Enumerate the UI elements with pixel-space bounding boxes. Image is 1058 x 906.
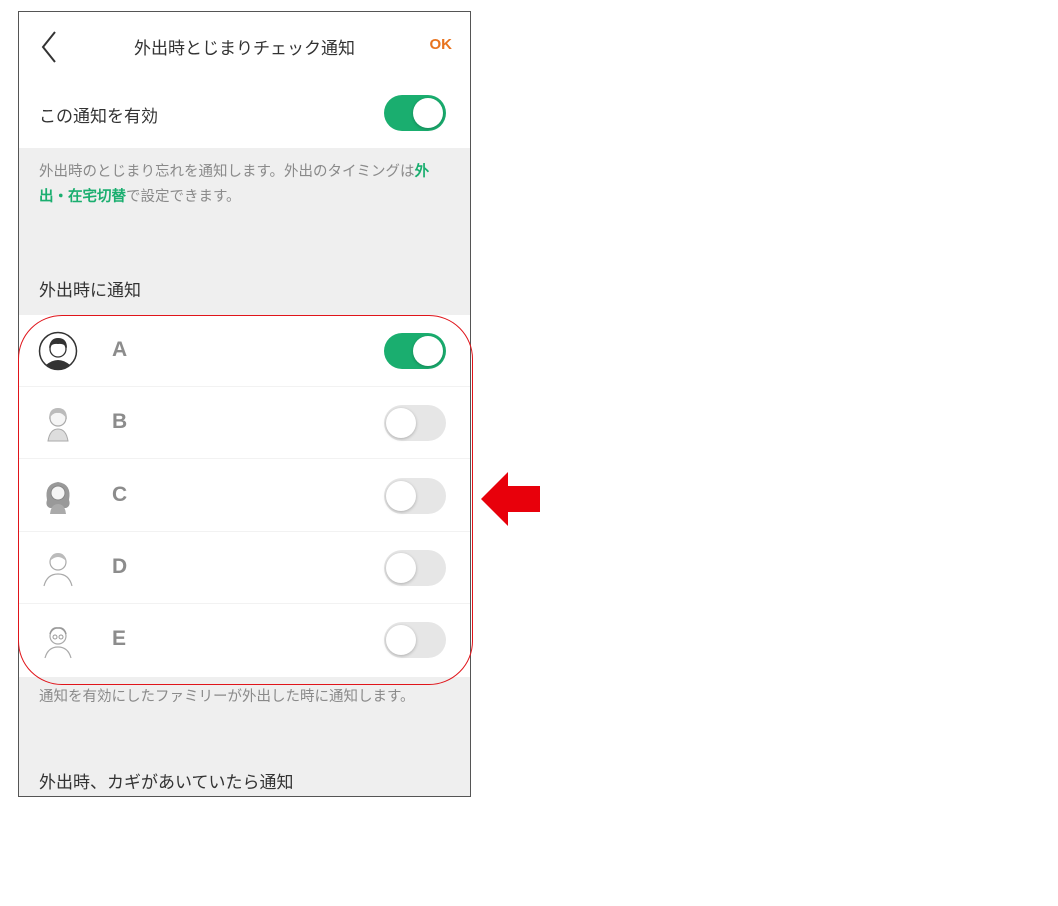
member-name: A [112,338,128,361]
toggle-knob [386,553,416,583]
phone-screen: 外出時とじまりチェック通知 OK この通知を有効 外出時のとじまり忘れを通知しま… [18,11,471,797]
section-title-notify-on-leave: 外出時に通知 [39,281,141,301]
member-toggle-b[interactable] [384,405,446,441]
enable-notification-label: この通知を有効 [39,107,158,127]
member-name: B [112,410,128,433]
ok-button[interactable]: OK [430,36,453,53]
enable-notification-toggle[interactable] [384,95,446,131]
members-note-text: 通知を有効にしたファミリーが外出した時に通知します。 [39,689,415,705]
member-name: D [112,555,128,578]
avatar-woman-icon [47,408,69,442]
member-name: E [112,627,127,650]
section-title-key-open: 外出時、カギがあいていたら通知 [39,773,294,793]
avatar-girl-icon [46,482,70,514]
toggle-knob [386,625,416,655]
member-toggle-a[interactable] [384,333,446,369]
avatar-grandpa-icon [44,627,72,659]
member-row-a: A [19,315,470,387]
row-divider [19,458,470,459]
left-arrow-icon [481,472,540,526]
avatar-man-icon [43,553,73,587]
member-toggle-c[interactable] [384,478,446,514]
description-section: 外出時のとじまり忘れを通知します。外出のタイミングは外出・在宅切替で設定できます… [19,148,470,315]
toggle-knob [413,98,443,128]
app-header: 外出時とじまりチェック通知 OK [19,12,470,80]
member-row-e: E [19,604,470,676]
avatar-boy-icon [38,331,78,371]
member-toggle-e[interactable] [384,622,446,658]
member-row-c: C [19,460,470,532]
member-toggle-d[interactable] [384,550,446,586]
members-note-section: 通知を有効にしたファミリーが外出した時に通知します。 外出時、カギがあいていたら… [19,677,470,796]
member-name: C [112,483,128,506]
toggle-knob [386,481,416,511]
enable-notification-row: この通知を有効 [19,80,470,148]
toggle-knob [413,336,443,366]
toggle-knob [386,408,416,438]
description-text: 外出時のとじまり忘れを通知します。外出のタイミングは外出・在宅切替で設定できます… [39,160,450,210]
page-title: 外出時とじまりチェック通知 [134,39,355,59]
description-prefix: 外出時のとじまり忘れを通知します。外出のタイミングは [39,164,415,180]
member-row-b: B [19,387,470,459]
description-suffix: で設定できます。 [126,189,241,205]
member-row-d: D [19,532,470,604]
